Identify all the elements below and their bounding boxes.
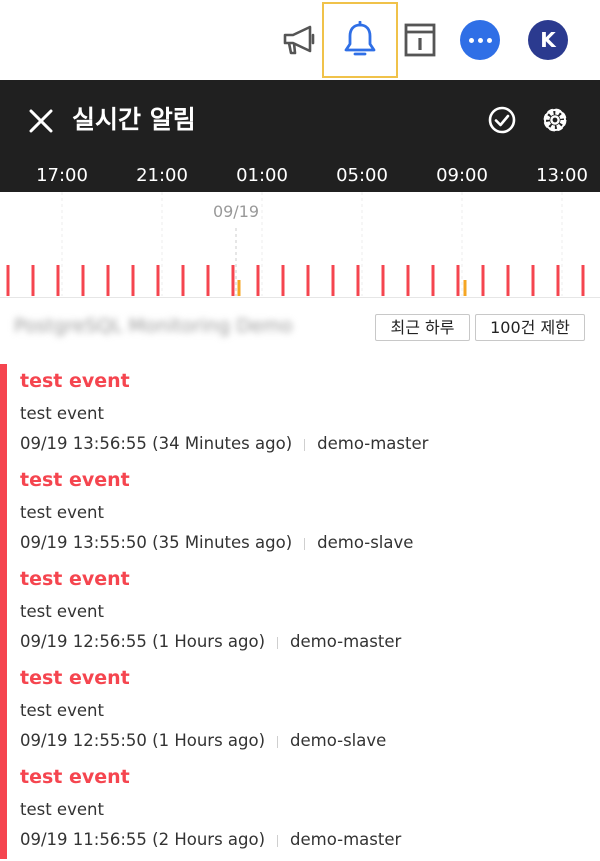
- event-agent: demo-master: [317, 434, 429, 453]
- event-message: test event: [20, 800, 104, 819]
- close-icon: [29, 109, 53, 133]
- time-label: 05:00: [336, 165, 388, 186]
- event-title: test event: [20, 370, 130, 392]
- event-meta: 09/19 12:56:55 (1 Hours ago) demo-master: [20, 631, 401, 653]
- timeline-critical-bar: [506, 265, 510, 296]
- top-toolbar: K: [0, 0, 600, 80]
- timeline-critical-bar: [356, 265, 360, 296]
- timeline-critical-bar: [481, 265, 485, 296]
- event-agent: demo-slave: [290, 731, 387, 750]
- event-meta: 09/19 13:55:50 (35 Minutes ago) demo-slav…: [20, 532, 413, 554]
- info-panel-icon: [404, 23, 436, 57]
- result-limit-filter[interactable]: 100건 제한: [475, 314, 585, 341]
- event-time: 09/19 12:56:55 (1 Hours ago): [20, 632, 266, 651]
- time-label: 01:00: [236, 165, 288, 186]
- date-marker: 09/19: [213, 202, 259, 221]
- event-agent: demo-master: [290, 830, 402, 849]
- timeline-critical-bar: [6, 265, 10, 296]
- time-label: 21:00: [136, 165, 188, 186]
- gear-icon: [543, 108, 567, 132]
- user-avatar-button[interactable]: K: [510, 2, 586, 78]
- timeline-critical-bar: [581, 265, 585, 296]
- meta-divider: [277, 834, 279, 847]
- timeline-critical-bar: [56, 265, 60, 296]
- chat-button[interactable]: [442, 2, 518, 78]
- timeline-critical-bar: [106, 265, 110, 296]
- meta-divider: [304, 438, 306, 451]
- timeline-warning-bar: [237, 280, 241, 296]
- timeline-chart: 09/19: [6, 192, 585, 296]
- event-card[interactable]: test event test event 09/19 13:56:55 (34…: [0, 364, 600, 463]
- event-meta: 09/19 11:56:55 (2 Hours ago) demo-master: [20, 829, 401, 851]
- event-title: test event: [20, 667, 130, 689]
- timeline-critical-bar: [556, 265, 560, 296]
- time-label: 17:00: [36, 165, 88, 186]
- timeline-critical-bar: [531, 265, 535, 296]
- meta-divider: [304, 537, 306, 550]
- meta-divider: [277, 735, 279, 748]
- time-label: 09:00: [436, 165, 488, 186]
- avatar: K: [528, 20, 568, 60]
- timeline-critical-bar: [131, 265, 135, 296]
- event-meta: 09/19 12:55:50 (1 Hours ago) demo-slave: [20, 730, 386, 752]
- event-agent: demo-master: [290, 632, 402, 651]
- timeline-critical-bar: [206, 265, 210, 296]
- mark-all-read-button[interactable]: [486, 104, 518, 136]
- timeline-critical-bar: [156, 265, 160, 296]
- event-list: test event test event 09/19 13:56:55 (34…: [0, 364, 600, 859]
- timeline-critical-bar: [281, 265, 285, 296]
- timeline-critical-bar: [456, 265, 460, 296]
- close-button[interactable]: [26, 106, 56, 136]
- event-time: 09/19 12:55:50 (1 Hours ago): [20, 731, 266, 750]
- chat-icon: [460, 20, 500, 60]
- event-card[interactable]: test event test event 09/19 13:55:50 (35…: [0, 463, 600, 562]
- event-card[interactable]: test event test event 09/19 12:55:50 (1 …: [0, 661, 600, 760]
- event-agent: demo-slave: [317, 533, 414, 552]
- timeline-critical-bar: [331, 265, 335, 296]
- timeline-critical-bar: [181, 265, 185, 296]
- bell-icon: [344, 21, 376, 56]
- event-time: 09/19 13:56:55 (34 Minutes ago): [20, 434, 293, 453]
- filter-bar: PostgreSQL Monitoring Demo 최근 하루 100건 제한: [0, 298, 600, 358]
- event-title: test event: [20, 568, 130, 590]
- megaphone-icon: [283, 25, 315, 55]
- event-timeline[interactable]: 09/19: [0, 192, 600, 298]
- event-message: test event: [20, 503, 104, 522]
- event-card[interactable]: test event test event 09/19 11:56:55 (2 …: [0, 760, 600, 859]
- timeline-axis: 17:00 21:00 01:00 05:00 09:00 13:00: [0, 160, 600, 192]
- event-title: test event: [20, 766, 130, 788]
- timeline-critical-bar: [431, 265, 435, 296]
- check-circle-icon: [488, 106, 516, 134]
- event-meta: 09/19 13:56:55 (34 Minutes ago) demo-mast…: [20, 433, 428, 455]
- timeline-critical-bar: [406, 265, 410, 296]
- time-range-filter[interactable]: 최근 하루: [375, 314, 470, 341]
- event-card[interactable]: test event test event 09/19 12:56:55 (1 …: [0, 562, 600, 661]
- event-message: test event: [20, 701, 104, 720]
- project-name: PostgreSQL Monitoring Demo: [14, 315, 293, 337]
- page-title: 실시간 알림: [72, 105, 196, 134]
- event-time: 09/19 11:56:55 (2 Hours ago): [20, 830, 266, 849]
- timeline-critical-bar: [81, 265, 85, 296]
- timeline-critical-bar: [231, 265, 235, 296]
- meta-divider: [277, 636, 279, 649]
- timeline-warning-bar: [463, 280, 467, 296]
- event-title: test event: [20, 469, 130, 491]
- event-message: test event: [20, 404, 104, 423]
- timeline-critical-bar: [31, 265, 35, 296]
- timeline-critical-bar: [256, 265, 260, 296]
- event-message: test event: [20, 602, 104, 621]
- event-time: 09/19 13:55:50 (35 Minutes ago): [20, 533, 293, 552]
- time-label: 13:00: [536, 165, 588, 186]
- timeline-critical-bar: [381, 265, 385, 296]
- panel-header: 실시간 알림: [0, 80, 600, 160]
- timeline-critical-bar: [306, 265, 310, 296]
- settings-button[interactable]: [538, 103, 572, 137]
